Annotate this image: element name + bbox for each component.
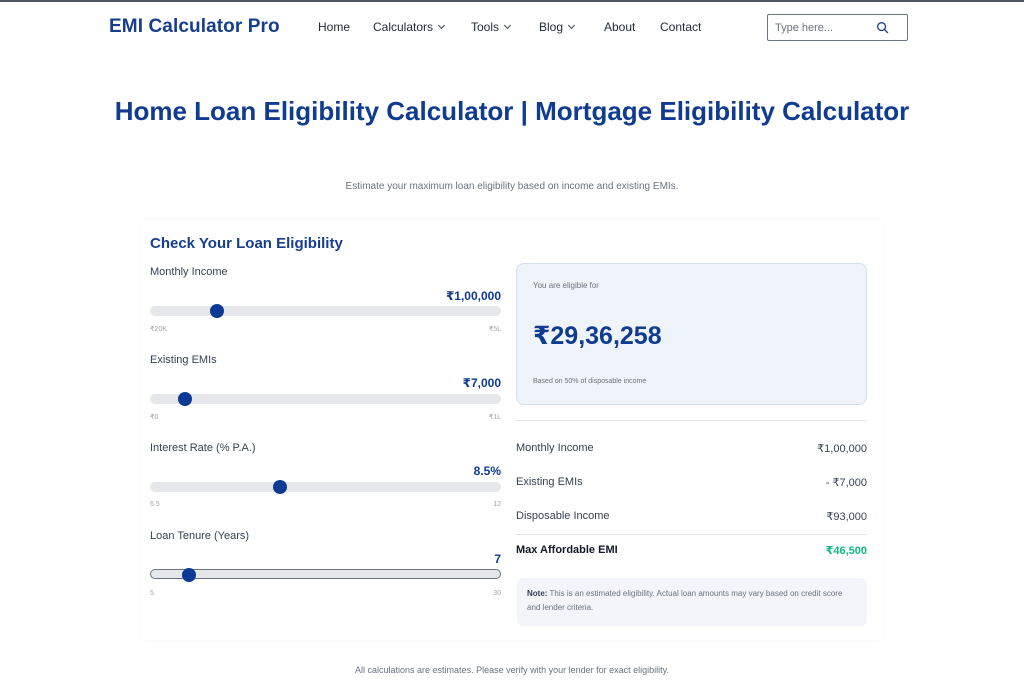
- summary-disposable-income-value: ₹93,000: [826, 511, 867, 523]
- nav-contact[interactable]: Contact: [660, 20, 701, 34]
- existing-emis-label: Existing EMIs: [150, 354, 217, 366]
- slider-thumb[interactable]: [209, 304, 224, 318]
- nav-tools-label: Tools: [471, 20, 500, 34]
- disclaimer-note: Note: This is an estimated eligibility. …: [517, 578, 867, 626]
- slider-min-label: ₹0: [150, 414, 159, 421]
- page-subtitle: Estimate your maximum loan eligibility b…: [345, 181, 679, 192]
- summary-monthly-income-value: ₹1,00,000: [817, 443, 867, 455]
- slider-max-label: ₹5L: [488, 326, 501, 333]
- divider: [516, 420, 867, 421]
- summary-monthly-income-label: Monthly Income: [516, 442, 594, 454]
- loan-tenure-value: 7: [494, 552, 501, 566]
- note-label: Note:: [527, 589, 548, 598]
- interest-rate-value: 8.5%: [473, 464, 501, 478]
- nav-tools[interactable]: Tools: [471, 20, 512, 34]
- top-border: [0, 0, 1024, 2]
- nav-blog-label: Blog: [539, 20, 564, 34]
- slider-min-label: 5: [150, 590, 154, 597]
- loan-tenure-label: Loan Tenure (Years): [150, 530, 250, 542]
- form-title: Check Your Loan Eligibility: [150, 235, 343, 252]
- chevron-down-icon: [567, 21, 576, 30]
- chevron-down-icon: [437, 21, 446, 30]
- existing-emis-slider[interactable]: [150, 392, 501, 406]
- slider-max-label: 30: [493, 590, 501, 597]
- divider: [516, 534, 867, 535]
- nav-blog[interactable]: Blog: [539, 20, 576, 34]
- monthly-income-slider[interactable]: [150, 304, 501, 318]
- interest-rate-label: Interest Rate (% P.A.): [150, 442, 256, 454]
- monthly-income-value: ₹1,00,000: [445, 289, 501, 303]
- nav-about[interactable]: About: [604, 20, 635, 34]
- footer-text: All calculations are estimates. Please v…: [355, 665, 669, 675]
- nav-contact-label: Contact: [660, 20, 702, 34]
- summary-existing-emis-label: Existing EMIs: [516, 476, 583, 488]
- summary-disposable-income-label: Disposable Income: [516, 510, 610, 522]
- nav-about-label: About: [604, 20, 636, 34]
- slider-max-label: ₹1L: [488, 414, 501, 421]
- slider-thumb[interactable]: [272, 480, 287, 494]
- summary-max-emi-label: Max Affordable EMI: [516, 544, 618, 556]
- monthly-income-label: Monthly Income: [150, 266, 228, 278]
- loan-tenure-slider[interactable]: [150, 568, 501, 582]
- slider-min-label: ₹20K: [150, 326, 167, 333]
- nav-home[interactable]: Home: [318, 20, 350, 34]
- eligibility-amount: ₹29,36,258: [533, 322, 662, 350]
- nav-home-label: Home: [318, 20, 351, 34]
- slider-min-label: 6.5: [150, 501, 160, 508]
- eligibility-label: You are eligible for: [533, 281, 599, 290]
- slider-thumb[interactable]: [178, 392, 193, 406]
- slider-max-label: 12: [493, 501, 501, 508]
- summary-existing-emis-value: - ₹7,000: [825, 477, 867, 489]
- chevron-down-icon: [503, 21, 512, 30]
- summary-max-emi-value: ₹46,500: [825, 545, 867, 557]
- brand-logo[interactable]: EMI Calculator Pro: [109, 16, 280, 38]
- eligibility-note: Based on 50% of disposable income: [533, 378, 647, 385]
- nav-calculators[interactable]: Calculators: [373, 20, 446, 34]
- search-box: [767, 14, 908, 41]
- nav-calculators-label: Calculators: [373, 20, 434, 34]
- note-text: This is an estimated eligibility. Actual…: [527, 589, 843, 612]
- search-input[interactable]: [775, 21, 875, 34]
- search-icon[interactable]: [876, 21, 889, 34]
- interest-rate-slider[interactable]: [150, 480, 501, 494]
- page-title: Home Loan Eligibility Calculator | Mortg…: [114, 96, 910, 126]
- existing-emis-value: ₹7,000: [462, 376, 501, 390]
